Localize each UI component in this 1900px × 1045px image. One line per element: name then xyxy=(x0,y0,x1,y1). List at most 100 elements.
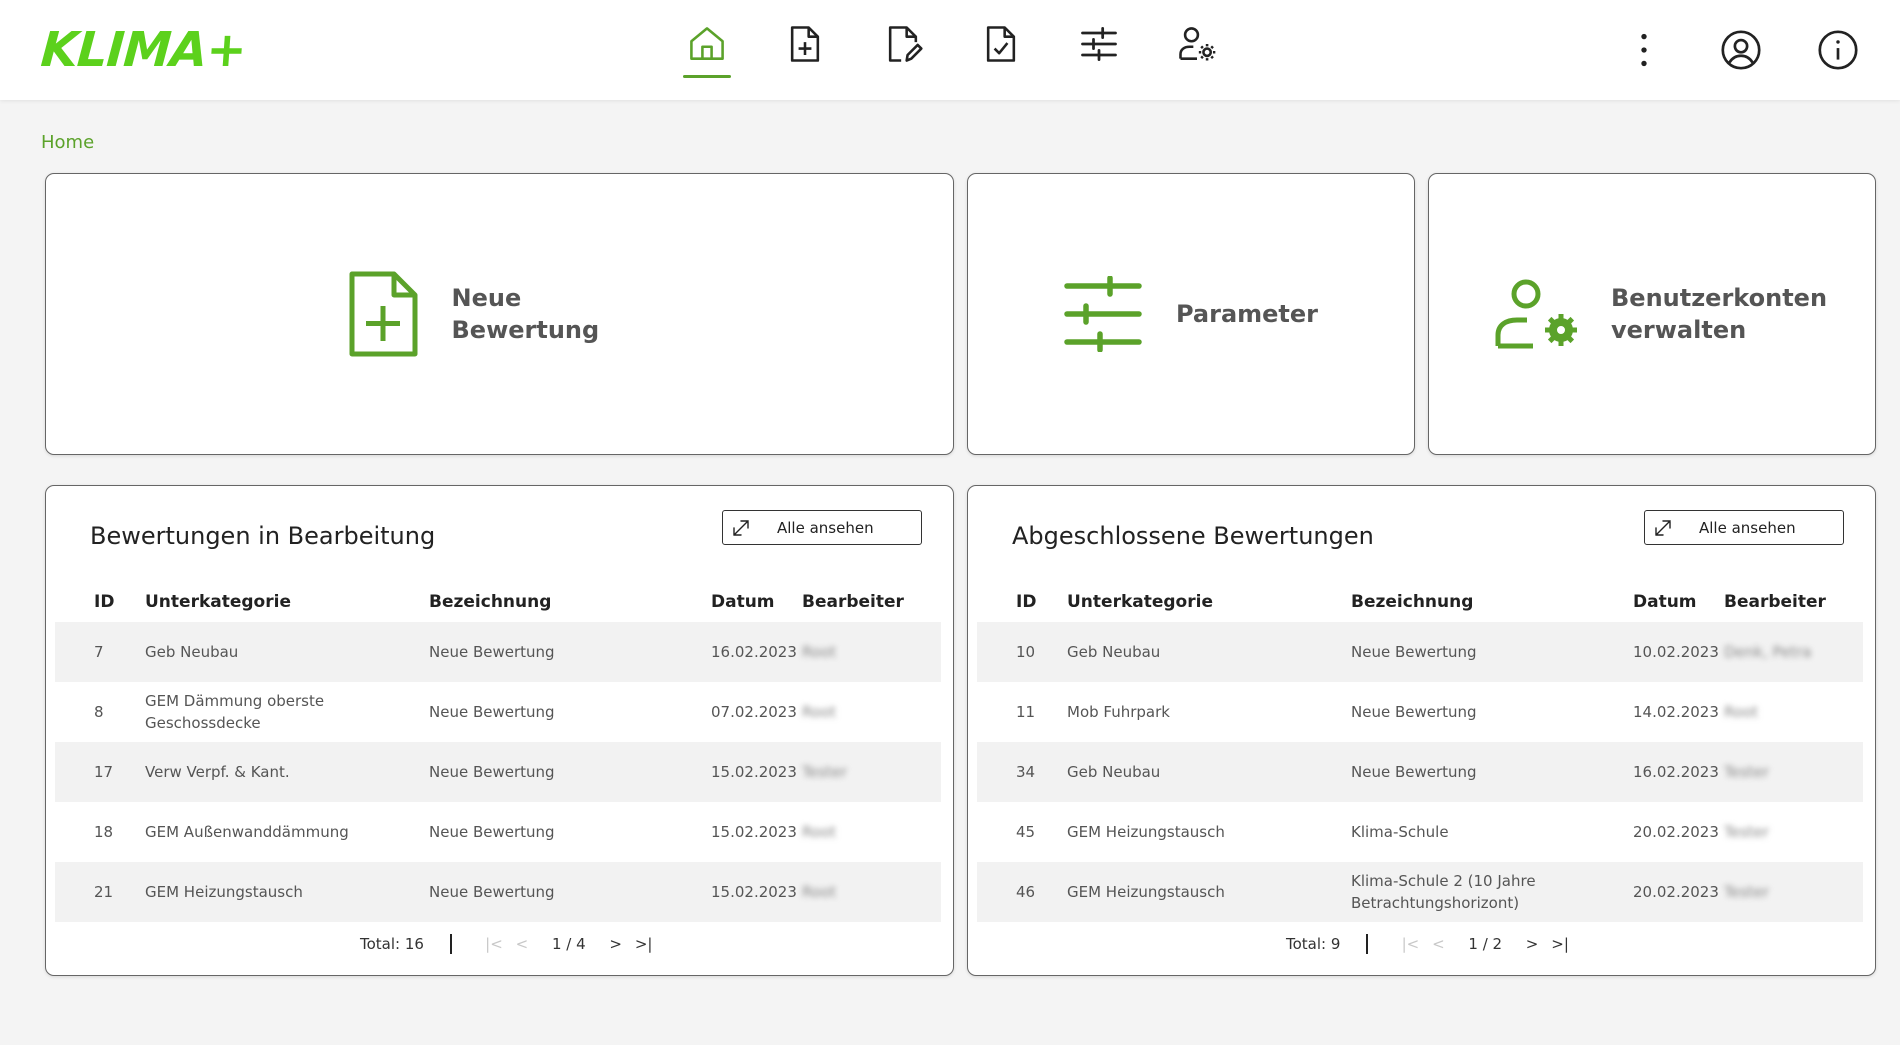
cell-date: 16.02.2023 xyxy=(1633,742,1724,802)
table-row[interactable]: 8 GEM Dämmung oberste Geschossdecke Neue… xyxy=(55,682,941,742)
top-bar: KLIMA+ xyxy=(0,0,1900,100)
page-indicator: 1 / 2 xyxy=(1468,935,1503,953)
file-plus-icon xyxy=(349,271,417,357)
cell-id: 34 xyxy=(977,742,1067,802)
nav-home[interactable] xyxy=(681,22,733,78)
column-header-editor[interactable]: Bearbeiter xyxy=(1724,582,1863,622)
cell-date: 14.02.2023 xyxy=(1633,703,1719,721)
nav-parameters[interactable] xyxy=(1073,22,1125,78)
cell-designation: Neue Bewertung xyxy=(1351,703,1477,721)
column-header-designation[interactable]: Bezeichnung xyxy=(429,582,711,622)
cell-date: 07.02.2023 xyxy=(711,703,797,721)
more-vertical-icon xyxy=(1641,33,1647,67)
cell-editor: Root xyxy=(802,682,941,742)
prev-page-icon[interactable]: < xyxy=(508,935,536,953)
table-row[interactable]: 10 Geb Neubau Neue Bewertung 10.02.2023 … xyxy=(977,622,1863,682)
expand-icon xyxy=(1655,519,1671,536)
file-plus-icon xyxy=(790,26,820,62)
app-logo[interactable]: KLIMA+ xyxy=(39,20,248,80)
cell-id: 45 xyxy=(1016,823,1036,841)
cell-id: 21 xyxy=(55,862,145,922)
column-header-id[interactable]: ID xyxy=(55,582,145,622)
cell-designation: Klima-Schule xyxy=(1351,823,1449,841)
info-button[interactable] xyxy=(1814,26,1862,74)
cell-date: 15.02.2023 xyxy=(711,823,797,841)
pagination-divider xyxy=(449,934,452,954)
cell-designation: Neue Bewertung xyxy=(429,823,555,841)
cell-id: 11 xyxy=(1016,703,1036,721)
cell-editor: Root xyxy=(802,862,941,922)
table-row[interactable]: 18 GEM Außenwanddämmung Neue Bewertung 1… xyxy=(55,802,941,862)
cell-date: 20.02.2023 xyxy=(1633,823,1719,841)
column-header-date[interactable]: Datum xyxy=(1633,582,1724,622)
cell-id: 17 xyxy=(55,742,145,802)
cell-date: 15.02.2023 xyxy=(711,742,802,802)
in-progress-panel: Bewertungen in Bearbeitung Alle ansehen … xyxy=(45,485,954,976)
more-menu-button[interactable] xyxy=(1620,26,1668,74)
accounts-card[interactable]: Benutzerkonten verwalten xyxy=(1428,173,1876,455)
new-rating-card[interactable]: Neue Bewertung xyxy=(45,173,954,455)
pagination: Total: 16 |< < 1 / 4 > >| xyxy=(360,932,658,956)
editor-name: Root xyxy=(1724,703,1758,721)
cell-editor: Tester xyxy=(1724,862,1863,922)
cell-designation: Neue Bewertung xyxy=(429,862,711,922)
cell-subcategory: GEM Außenwanddämmung xyxy=(145,823,349,841)
table-row[interactable]: 21 GEM Heizungstausch Neue Bewertung 15.… xyxy=(55,862,941,922)
editor-name: Root xyxy=(802,703,836,721)
nav-completed[interactable] xyxy=(975,22,1027,78)
last-page-icon[interactable]: >| xyxy=(630,935,658,953)
editor-name: Tester xyxy=(1724,823,1769,841)
in-progress-title: Bewertungen in Bearbeitung xyxy=(90,522,436,550)
table-row[interactable]: 11 Mob Fuhrpark Neue Bewertung 14.02.202… xyxy=(977,682,1863,742)
cell-id: 46 xyxy=(977,862,1067,922)
last-page-icon[interactable]: >| xyxy=(1546,935,1574,953)
account-icon xyxy=(1721,30,1761,70)
table-row[interactable]: 17 Verw Verpf. & Kant. Neue Bewertung 15… xyxy=(55,742,941,802)
cell-date: 15.02.2023 xyxy=(711,862,802,922)
view-all-in-progress-button[interactable]: Alle ansehen xyxy=(722,510,922,545)
cell-subcategory: GEM Heizungstausch xyxy=(1067,823,1225,841)
file-check-icon xyxy=(986,26,1016,62)
table-row[interactable]: 7 Geb Neubau Neue Bewertung 16.02.2023 R… xyxy=(55,622,941,682)
column-header-subcategory[interactable]: Unterkategorie xyxy=(1067,582,1351,622)
sliders-icon xyxy=(1081,27,1117,61)
parameters-card[interactable]: Parameter xyxy=(967,173,1415,455)
cell-id: 10 xyxy=(977,622,1067,682)
first-page-icon[interactable]: |< xyxy=(480,935,508,953)
prev-page-icon[interactable]: < xyxy=(1424,935,1452,953)
editor-name: Denk, Petra xyxy=(1724,643,1812,661)
column-header-id[interactable]: ID xyxy=(977,582,1067,622)
breadcrumb[interactable]: Home xyxy=(41,132,94,153)
cell-subcategory: Geb Neubau xyxy=(1067,622,1351,682)
next-page-icon[interactable]: > xyxy=(1518,935,1546,953)
in-progress-table: ID Unterkategorie Bezeichnung Datum Bear… xyxy=(55,582,941,922)
cell-subcategory: Geb Neubau xyxy=(145,622,429,682)
table-row[interactable]: 34 Geb Neubau Neue Bewertung 16.02.2023 … xyxy=(977,742,1863,802)
view-all-completed-button[interactable]: Alle ansehen xyxy=(1644,510,1844,545)
table-row[interactable]: 46 GEM Heizungstausch Klima-Schule 2 (10… xyxy=(977,862,1863,922)
column-header-date[interactable]: Datum xyxy=(711,582,802,622)
new-rating-label: Neue Bewertung xyxy=(451,284,600,344)
column-header-designation[interactable]: Bezeichnung xyxy=(1351,582,1633,622)
sliders-icon xyxy=(1064,276,1142,352)
cell-date: 16.02.2023 xyxy=(711,622,802,682)
view-all-label: Alle ansehen xyxy=(777,518,874,537)
column-header-subcategory[interactable]: Unterkategorie xyxy=(145,582,429,622)
account-button[interactable] xyxy=(1717,26,1765,74)
parameters-label: Parameter xyxy=(1175,300,1319,328)
nav-new-rating[interactable] xyxy=(779,22,831,78)
editor-name: Root xyxy=(802,823,836,841)
user-gear-icon xyxy=(1495,279,1577,349)
first-page-icon[interactable]: |< xyxy=(1396,935,1424,953)
completed-table: ID Unterkategorie Bezeichnung Datum Bear… xyxy=(977,582,1863,922)
cell-editor: Root xyxy=(802,802,941,862)
column-header-editor[interactable]: Bearbeiter xyxy=(802,582,941,622)
nav-accounts[interactable] xyxy=(1171,22,1223,78)
cell-editor: Root xyxy=(1724,682,1863,742)
cell-designation: Klima-Schule 2 (10 Jahre Betrachtungshor… xyxy=(1351,862,1633,922)
next-page-icon[interactable]: > xyxy=(602,935,630,953)
cell-subcategory: Mob Fuhrpark xyxy=(1067,703,1170,721)
cell-editor: Root xyxy=(802,622,941,682)
nav-in-progress[interactable] xyxy=(877,22,929,78)
table-row[interactable]: 45 GEM Heizungstausch Klima-Schule 20.02… xyxy=(977,802,1863,862)
